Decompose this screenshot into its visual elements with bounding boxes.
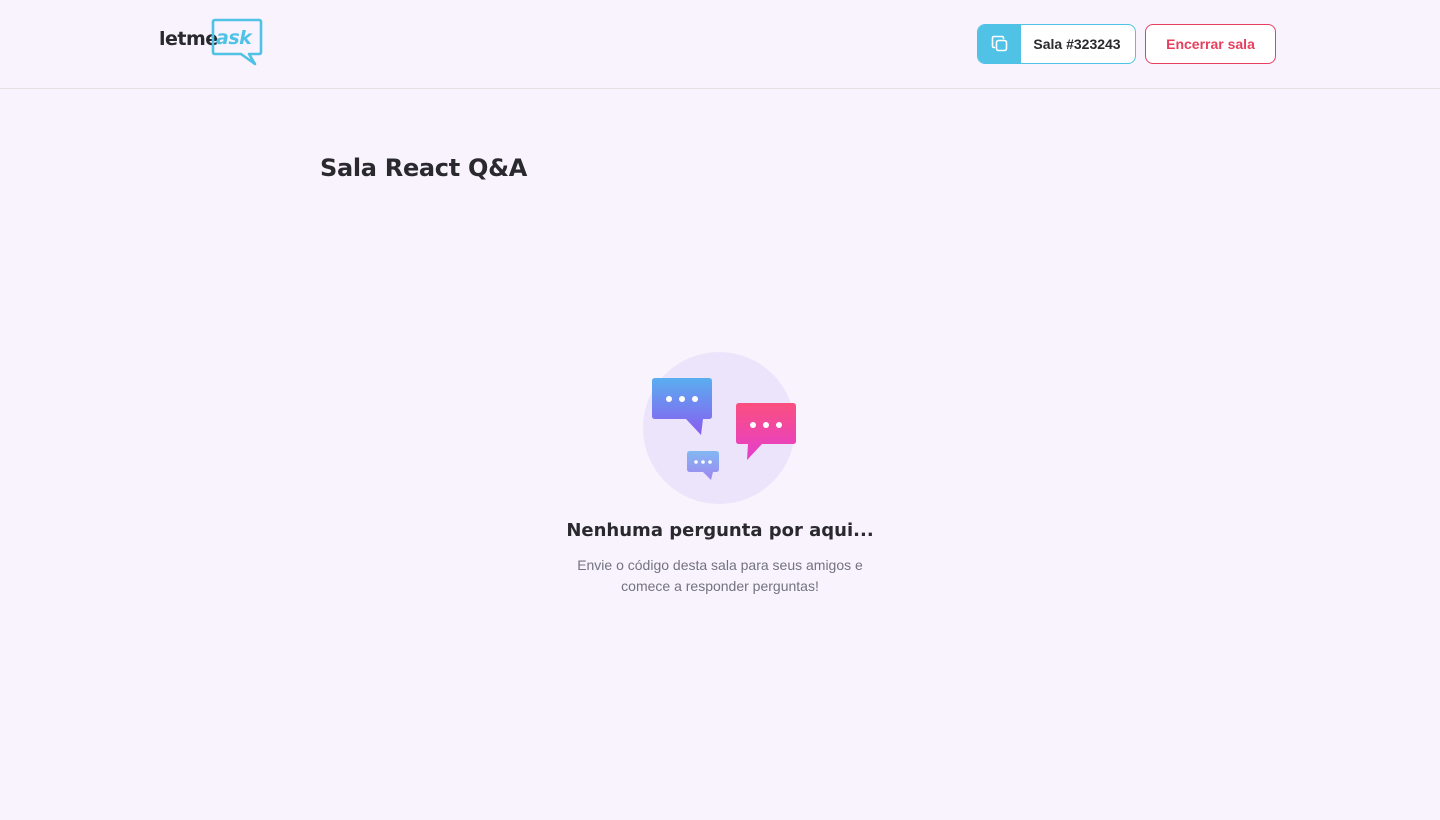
room-code-button[interactable]: Sala #323243 (977, 24, 1136, 64)
empty-state-description: Envie o código desta sala para seus amig… (560, 555, 880, 597)
chat-bubbles-icon (643, 352, 796, 504)
copy-icon-box (978, 25, 1021, 63)
empty-state-description-line2: comece a responder perguntas! (621, 578, 819, 594)
empty-state-title: Nenhuma pergunta por aqui... (566, 520, 874, 541)
logo-text-accent: ask (216, 27, 252, 49)
room-code-label: Sala #323243 (1033, 36, 1121, 52)
app-header: letme ask Sala #323243 Encerrar sala (0, 0, 1440, 89)
empty-questions-illustration (642, 352, 798, 504)
room-title: Sala React Q&A (320, 154, 527, 182)
close-room-button[interactable]: Encerrar sala (1145, 24, 1276, 64)
logo-text-primary: letme (159, 28, 218, 50)
letmeask-logo[interactable]: letme ask (159, 18, 263, 68)
empty-state-description-line1: Envie o código desta sala para seus amig… (577, 557, 863, 573)
copy-icon (991, 35, 1007, 52)
